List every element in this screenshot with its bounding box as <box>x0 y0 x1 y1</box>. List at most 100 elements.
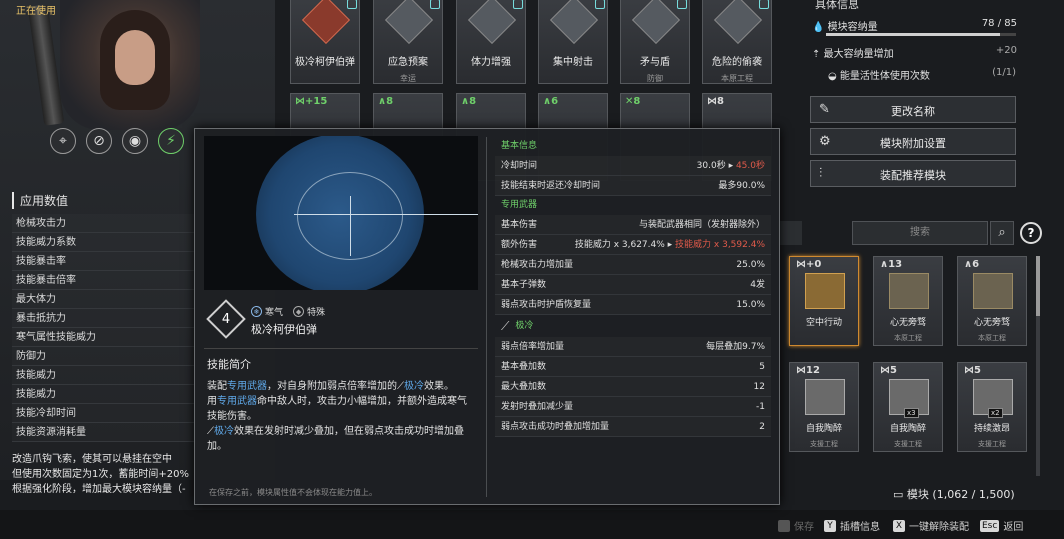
stat-shield: 弱点攻击时护盾恢复量 15.0% <box>495 295 771 315</box>
max-capacity-row: ⇡ 最大容纳量增加 +20 <box>812 45 1017 60</box>
stat-fire-decrease: 发射时叠加减少量 -1 <box>495 397 771 417</box>
inventory-module-card[interactable]: ⋈12 自我陶醉 支援工程 <box>789 362 859 452</box>
inventory-module-card[interactable]: ∧6 心无旁骛 本原工程 <box>957 256 1027 346</box>
save-button[interactable]: 保存 <box>778 518 814 533</box>
stat-extra-damage: 额外伤害 技能威力 x 3,627.4% ▸ 技能威力 x 3,592.4% <box>495 235 771 255</box>
module-icon <box>384 0 434 45</box>
skill-intro-title: 技能简介 <box>207 358 251 371</box>
lock-icon <box>595 0 605 9</box>
stat-row: 技能威力 <box>12 366 194 385</box>
cold-icon: ⟋ <box>207 426 214 437</box>
inventory-module-card[interactable]: ⋈+0 空中行动 <box>789 256 859 346</box>
stat-base-damage: 基本伤害 与装配武器相同（发射器除外） <box>495 215 771 235</box>
in-use-label: 正在使用 <box>16 6 56 17</box>
module-icon <box>805 273 845 309</box>
module-sub: 本原工程 <box>978 334 1006 342</box>
lock-icon <box>513 0 523 9</box>
module-sub: 防御 <box>647 74 663 83</box>
inventory-module-card[interactable]: ⋈5 x3 自我陶醉 支援工程 <box>873 362 943 452</box>
equipped-module-slot[interactable]: 应急预案 幸运 <box>373 0 443 84</box>
stats-list: 枪械攻击力 技能威力系数 技能暴击率 技能暴击倍率 最大体力 暴击抵抗力 寒气属… <box>12 214 194 442</box>
module-sub: 幸运 <box>400 74 416 83</box>
back-button[interactable]: Esc 返回 <box>980 518 1023 533</box>
lock-icon <box>677 0 687 9</box>
capacity-value: 78 / 85 <box>981 18 1017 29</box>
module-capacity: ⋈5 <box>964 365 981 376</box>
module-icon <box>713 0 763 45</box>
filter-button[interactable] <box>778 221 802 245</box>
module-capacity: ∧8 <box>378 96 394 107</box>
module-name: 心无旁骛 <box>889 318 926 328</box>
module-capacity: ∧13 <box>880 259 903 270</box>
stat-row: 寒气属性技能威力 <box>12 328 194 347</box>
equipped-module-slot[interactable]: 体力增强 <box>456 0 526 84</box>
module-name: 心无旁骛 <box>973 318 1010 328</box>
module-count: x3 <box>904 408 919 418</box>
inventory-module-card[interactable]: ∧13 心无旁骛 本原工程 <box>873 256 943 346</box>
skill-level: 4 <box>221 312 231 327</box>
stat-refund: 技能结束时返还冷却时间 最多90.0% <box>495 176 771 196</box>
stat-row: 技能资源消耗量 <box>12 423 194 442</box>
module-name: 持续激昂 <box>973 424 1010 434</box>
equipped-module-slot[interactable]: 集中射击 <box>538 0 608 84</box>
rename-button[interactable]: ✎ 更改名称 <box>810 96 1016 123</box>
skill-name: 极冷柯伊伯弹 <box>251 323 317 336</box>
equipped-module-slot[interactable]: 危险的偷袭 本原工程 <box>702 0 772 84</box>
module-name: 应急预案 <box>388 57 428 68</box>
module-settings-button[interactable]: ⚙ 模块附加设置 <box>810 128 1016 155</box>
desc-line: 改造爪钩飞索，使其可以悬挂在空中 <box>12 454 172 465</box>
cold-icon: ⟋ <box>397 381 404 392</box>
module-capacity: ⋈5 <box>880 365 897 376</box>
equipped-module-slot[interactable]: 极冷柯伊伯弹 <box>290 0 360 84</box>
drop-icon: 💧 <box>812 22 825 33</box>
inventory-scrollbar[interactable] <box>1036 256 1040 476</box>
tag-label: 特殊 <box>307 308 326 318</box>
character-mod-icons: ⌖ ⊘ ◉ ⚡ <box>50 128 184 154</box>
unequip-all-button[interactable]: X 一键解除装配 <box>893 518 969 533</box>
drone-mod-icon[interactable]: ◉ <box>122 128 148 154</box>
scope-mod-icon[interactable]: ⌖ <box>50 128 76 154</box>
module-sub: 支援工程 <box>894 440 922 448</box>
module-sub: 支援工程 <box>810 440 838 448</box>
stats-title: 应用数值 <box>12 192 68 209</box>
module-capacity: ⋈+15 <box>295 96 328 107</box>
module-name: 矛与盾 <box>640 57 670 68</box>
search-input[interactable]: 搜索 <box>852 221 988 245</box>
module-settings-label: 模块附加设置 <box>880 137 946 150</box>
energy-icon: ◒ <box>828 71 837 82</box>
module-capacity: ⋈8 <box>707 96 724 107</box>
stat-row: 技能暴击倍率 <box>12 271 194 290</box>
module-description: 改造爪钩飞索，使其可以悬挂在空中 但使用次数固定为1次，蓄能时间+20% 根据强… <box>12 452 196 497</box>
section-basic-title: 基本信息 <box>501 141 538 151</box>
module-count: x2 <box>988 408 1003 418</box>
recommend-button[interactable]: ⫶ 装配推荐模块 <box>810 160 1016 187</box>
help-button[interactable]: ? <box>1020 222 1042 244</box>
stat-cooldown: 冷却时间 30.0秒 ▸ 45.0秒 <box>495 156 771 176</box>
search-icon[interactable]: ⌕ <box>990 221 1014 245</box>
desc-line: 但使用次数固定为1次，蓄能时间+20% <box>12 469 189 480</box>
inventory-module-card[interactable]: ⋈5 x2 持续激昂 支援工程 <box>957 362 1027 452</box>
cold-tag-icon: ❄ <box>251 306 262 317</box>
crossed-mod-icon[interactable]: ⊘ <box>86 128 112 154</box>
lock-icon <box>430 0 440 9</box>
energy-label: ◒ 能量活性体使用次数 <box>828 71 930 82</box>
module-tooltip: 4 ❄ 寒气 ◆ 特殊 极冷柯伊伯弹 技能简介 装配专用武器，对自身附加弱点倍率增加… <box>194 128 780 505</box>
skill-preview-image <box>204 136 478 290</box>
character-portrait <box>60 0 200 130</box>
active-mod-icon[interactable]: ⚡ <box>158 128 184 154</box>
module-name: 危险的偷袭 <box>712 57 762 68</box>
drop-up-icon: ⇡ <box>812 49 821 60</box>
module-sub: 本原工程 <box>721 74 753 83</box>
slot-info-button[interactable]: Y 插槽信息 <box>824 518 880 533</box>
capacity-bar <box>826 33 1016 36</box>
equipped-module-slot[interactable]: 矛与盾 防御 <box>620 0 690 84</box>
module-capacity: ✕8 <box>625 96 641 107</box>
lock-icon <box>759 0 769 9</box>
module-capacity: ∧6 <box>964 259 980 270</box>
capacity-label: 💧 模块容纳量 <box>812 22 878 33</box>
module-capacity: ∧8 <box>461 96 477 107</box>
stat-ammo: 基本子弹数 4发 <box>495 275 771 295</box>
save-footnote: 在保存之前，模块属性值不会体现在能力值上。 <box>209 488 377 497</box>
stat-row: 最大体力 <box>12 290 194 309</box>
skill-stats: 基本信息 冷却时间 30.0秒 ▸ 45.0秒 技能结束时返还冷却时间 最多90.… <box>495 137 771 437</box>
